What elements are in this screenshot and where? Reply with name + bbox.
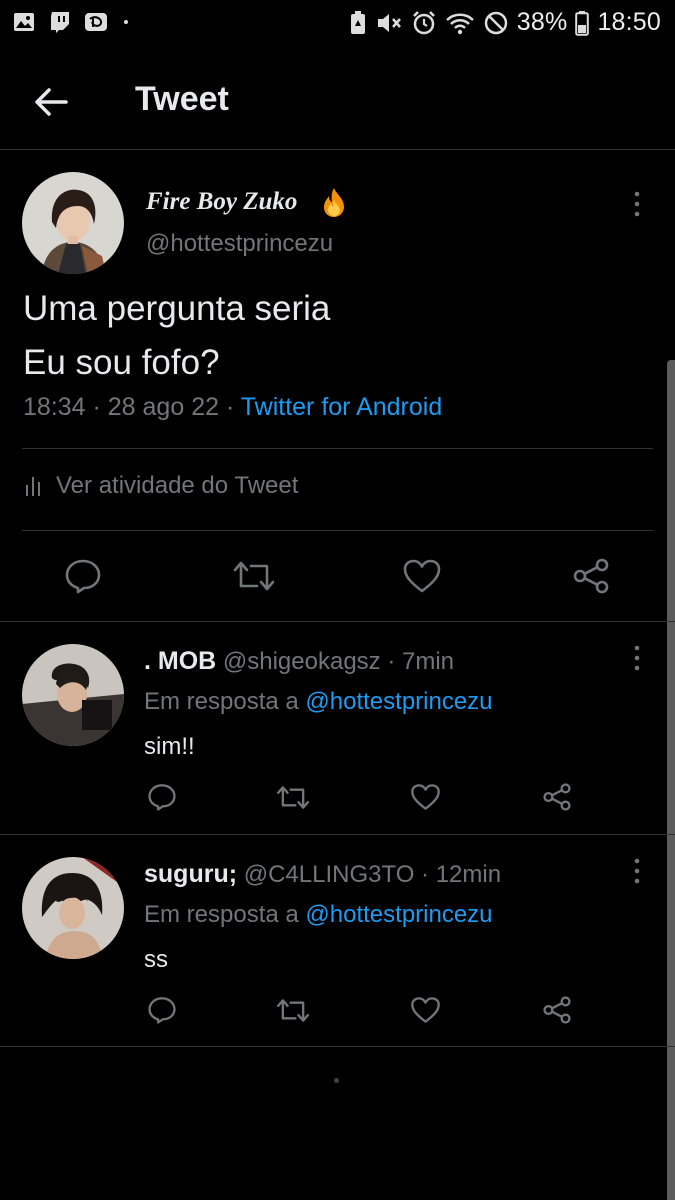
disney-plus-icon [85, 13, 107, 31]
avatar[interactable] [22, 172, 124, 274]
more-options-icon[interactable] [632, 644, 642, 672]
more-options-icon[interactable] [632, 857, 642, 885]
battery-icon [575, 10, 590, 36]
status-bar: 38% 18:50 [0, 0, 675, 46]
tweet-time: 18:34 · 28 ago 22 · [23, 393, 241, 421]
clock: 18:50 [597, 8, 661, 36]
avatar[interactable] [22, 644, 124, 746]
wifi-icon [445, 13, 474, 34]
gallery-icon [14, 13, 34, 31]
reply-icon[interactable] [147, 996, 177, 1024]
reply-header: suguru; @C4LLING3TO · 12min [144, 860, 501, 889]
loading-indicator [334, 1078, 339, 1083]
mention-link[interactable]: @hottestprincezu [305, 688, 492, 715]
reply-tweet[interactable]: suguru; @C4LLING3TO · 12min Em resposta … [0, 835, 675, 1047]
mention-link[interactable]: @hottestprincezu [305, 901, 492, 928]
battery-percentage: 38% [516, 8, 568, 36]
tweet-timestamp: 18:34 · 28 ago 22 · Twitter for Android [23, 393, 442, 422]
mute-icon [377, 13, 401, 32]
notification-dot [124, 20, 128, 24]
do-not-disturb-icon [484, 11, 508, 34]
tweet-text: ss [144, 946, 168, 973]
reply-tweet[interactable]: . MOB @shigeokagsz · 7min Em resposta a … [0, 622, 675, 835]
twitch-icon [51, 12, 69, 33]
battery-saver-icon [350, 10, 365, 34]
divider [22, 448, 653, 449]
activity-label: Ver atividade do Tweet [56, 472, 299, 499]
tweet-actions [0, 546, 675, 606]
tweet-text: sim!! [144, 733, 195, 760]
username[interactable]: @shigeokagsz [223, 648, 381, 675]
retweet-icon[interactable] [275, 998, 311, 1023]
share-icon[interactable] [542, 783, 572, 811]
reply-icon[interactable] [64, 558, 102, 594]
page-title: Tweet [135, 80, 229, 118]
tweet-text-line: Uma pergunta seria [23, 289, 331, 328]
display-name[interactable]: Fire Boy Zuko [146, 188, 297, 216]
display-name[interactable]: . MOB [144, 647, 216, 675]
alarm-icon [412, 10, 435, 34]
replying-to: Em resposta a @hottestprincezu [144, 901, 493, 929]
retweet-icon[interactable] [275, 785, 311, 810]
username[interactable]: @C4LLING3TO [244, 861, 415, 888]
avatar[interactable] [22, 857, 124, 959]
like-icon[interactable] [410, 996, 441, 1024]
tweet-time: · 7min [380, 648, 455, 675]
replying-to-label: Em resposta a [144, 688, 306, 715]
tweet-text: Uma pergunta seria Eu sou fofo? [23, 282, 330, 390]
top-app-bar: Tweet [0, 52, 675, 150]
username[interactable]: @hottestprincezu [146, 230, 333, 258]
back-arrow-icon[interactable] [30, 80, 74, 124]
share-icon[interactable] [572, 558, 610, 594]
retweet-icon[interactable] [231, 560, 277, 592]
view-tweet-activity[interactable]: Ver atividade do Tweet [24, 472, 298, 500]
replying-to-label: Em resposta a [144, 901, 306, 928]
analytics-icon [26, 477, 40, 496]
more-options-icon[interactable] [632, 190, 642, 218]
replying-to: Em resposta a @hottestprincezu [144, 688, 493, 716]
divider [22, 530, 653, 531]
tweet-text-line: Eu sou fofo? [23, 343, 220, 382]
like-icon[interactable] [402, 558, 442, 594]
reply-icon[interactable] [147, 783, 177, 811]
tweet-time: · 12min [414, 861, 502, 888]
share-icon[interactable] [542, 996, 572, 1024]
reply-header: . MOB @shigeokagsz · 7min [144, 647, 454, 676]
display-name[interactable]: suguru; [144, 860, 237, 888]
tweet-source-link[interactable]: Twitter for Android [241, 393, 442, 421]
fire-emoji-icon [324, 188, 344, 217]
like-icon[interactable] [410, 783, 441, 811]
